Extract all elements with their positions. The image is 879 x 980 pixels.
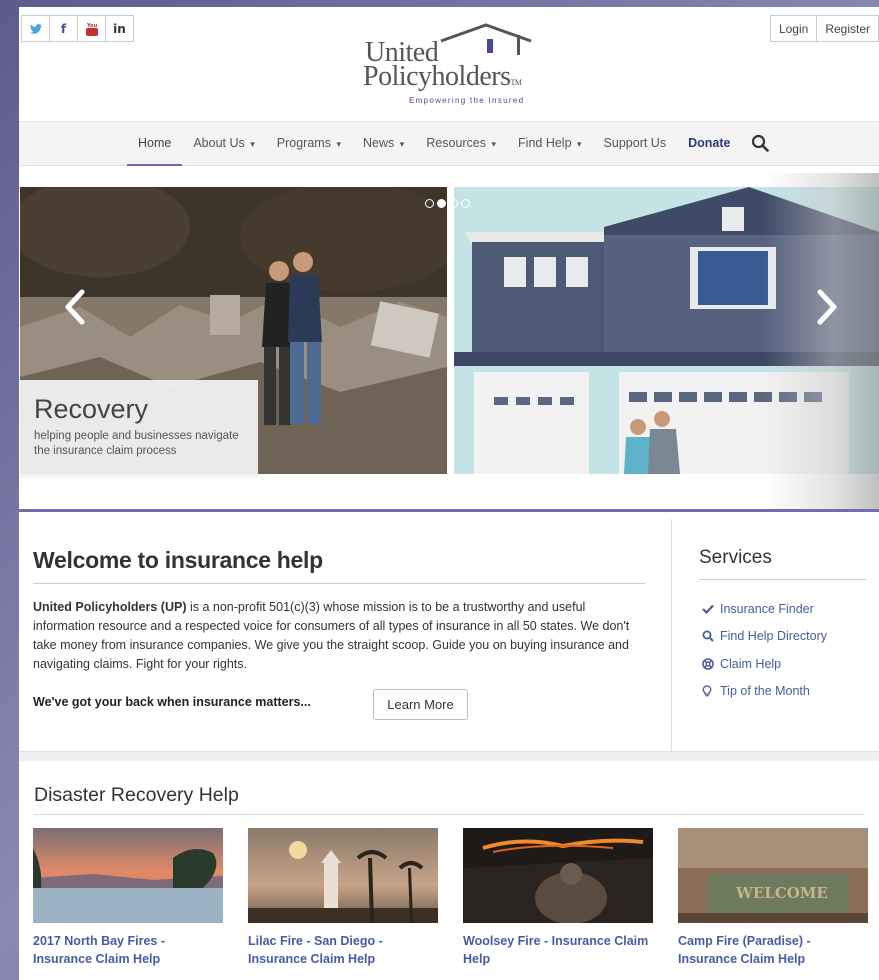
nav-item-news[interactable]: News ▾: [352, 122, 415, 166]
nav-item-resources[interactable]: Resources ▾: [415, 122, 507, 166]
site-logo[interactable]: United PolicyholdersTM Empowering the In…: [363, 21, 573, 111]
logo-line2: PolicyholdersTM: [363, 61, 522, 92]
carousel-fade: [764, 173, 879, 510]
facebook-icon[interactable]: f: [49, 15, 78, 42]
service-insurance-finder[interactable]: Insurance Finder: [702, 595, 827, 623]
carousel-dot-active[interactable]: [437, 199, 446, 208]
auth-links: Login Register: [769, 15, 879, 42]
register-button[interactable]: Register: [816, 15, 879, 42]
welcome-body: United Policyholders (UP) is a non-profi…: [33, 598, 643, 674]
slide-caption: Recovery helping people and businesses n…: [20, 380, 258, 478]
disaster-recovery-section: Disaster Recovery Help 2017 North Bay Fi…: [19, 761, 879, 980]
checkmark-icon: [702, 604, 718, 614]
site-header: f You in United PolicyholdersTM Empoweri…: [19, 7, 879, 121]
welcome-section: Welcome to insurance help United Policyh…: [19, 519, 671, 751]
services-panel: Services Insurance Finder Find Help Dire…: [672, 519, 879, 751]
slide-caption-title: Recovery: [34, 394, 149, 424]
divider: [34, 814, 864, 815]
card-image-woolsey-fire[interactable]: [463, 828, 653, 923]
carousel-dot[interactable]: [449, 199, 458, 208]
nav-item-home[interactable]: Home: [127, 122, 183, 166]
logo-tagline: Empowering the Insured: [409, 96, 525, 105]
section-band: [19, 751, 879, 761]
nav-item-donate[interactable]: Donate: [677, 122, 741, 166]
disaster-card[interactable]: Lilac Fire - San Diego - Insurance Claim…: [248, 828, 438, 968]
login-button[interactable]: Login: [769, 15, 818, 42]
services-title: Services: [699, 547, 772, 568]
card-image-north-bay[interactable]: [33, 828, 223, 923]
nav-item-about-us[interactable]: About Us ▾: [182, 122, 265, 166]
divider: [33, 583, 645, 584]
accent-divider: [19, 509, 879, 512]
caret-down-icon: ▾: [491, 139, 497, 149]
card-title[interactable]: Camp Fire (Paradise) - Insurance Claim H…: [678, 932, 868, 968]
card-image-lilac-fire[interactable]: [248, 828, 438, 923]
caret-down-icon: ▾: [250, 139, 255, 149]
linkedin-icon[interactable]: in: [105, 15, 134, 42]
caret-down-icon: ▾: [577, 139, 582, 149]
service-tip-of-the-month[interactable]: Tip of the Month: [702, 678, 827, 706]
caret-down-icon: ▾: [399, 139, 405, 149]
nav-item-support-us[interactable]: Support Us: [593, 122, 678, 166]
search-icon: [702, 630, 718, 642]
chevron-right-icon[interactable]: [816, 289, 838, 325]
disaster-card[interactable]: Woolsey Fire - Insurance Claim Help: [463, 828, 653, 968]
svg-text:You: You: [86, 23, 98, 29]
house-logo-icon: [440, 23, 532, 55]
disaster-card[interactable]: 2017 North Bay Fires - Insurance Claim H…: [33, 828, 223, 968]
welcome-title: Welcome to insurance help: [33, 547, 323, 573]
search-icon[interactable]: [751, 134, 769, 152]
page: f You in United PolicyholdersTM Empoweri…: [19, 7, 879, 980]
card-title[interactable]: Woolsey Fire - Insurance Claim Help: [463, 932, 653, 968]
twitter-icon[interactable]: [21, 15, 50, 42]
youtube-icon[interactable]: You: [77, 15, 106, 42]
lifebuoy-icon: [702, 657, 718, 670]
org-name: United Policyholders (UP): [33, 600, 187, 614]
card-title[interactable]: 2017 North Bay Fires - Insurance Claim H…: [33, 932, 223, 968]
hero-carousel: Recovery helping people and businesses n…: [19, 173, 879, 510]
nav-item-programs[interactable]: Programs ▾: [266, 122, 352, 166]
divider: [699, 579, 866, 580]
card-title[interactable]: Lilac Fire - San Diego - Insurance Claim…: [248, 932, 438, 968]
disaster-title: Disaster Recovery Help: [34, 784, 239, 806]
chevron-left-icon[interactable]: [64, 289, 86, 325]
nav-item-find-help[interactable]: Find Help ▾: [507, 122, 593, 166]
svg-text:WELCOME: WELCOME: [735, 884, 828, 902]
carousel-dot[interactable]: [425, 199, 434, 208]
lightbulb-icon: [702, 685, 718, 698]
card-image-camp-fire[interactable]: WELCOME: [678, 828, 868, 923]
service-claim-help[interactable]: Claim Help: [702, 650, 827, 678]
disaster-card[interactable]: WELCOME Camp Fire (Paradise) - Insurance…: [678, 828, 868, 968]
social-links: f You in: [21, 15, 134, 42]
caret-down-icon: ▾: [336, 139, 341, 149]
slide-caption-text: helping people and businesses navigate t…: [34, 430, 239, 457]
service-find-help-directory[interactable]: Find Help Directory: [702, 623, 827, 651]
welcome-tagline: We've got your back when insurance matte…: [33, 695, 311, 709]
carousel-dot[interactable]: [461, 199, 470, 208]
learn-more-button[interactable]: Learn More: [373, 689, 468, 720]
carousel-indicators: [425, 199, 470, 208]
main-nav: Home About Us ▾ Programs ▾ News ▾ Resour…: [19, 121, 879, 166]
